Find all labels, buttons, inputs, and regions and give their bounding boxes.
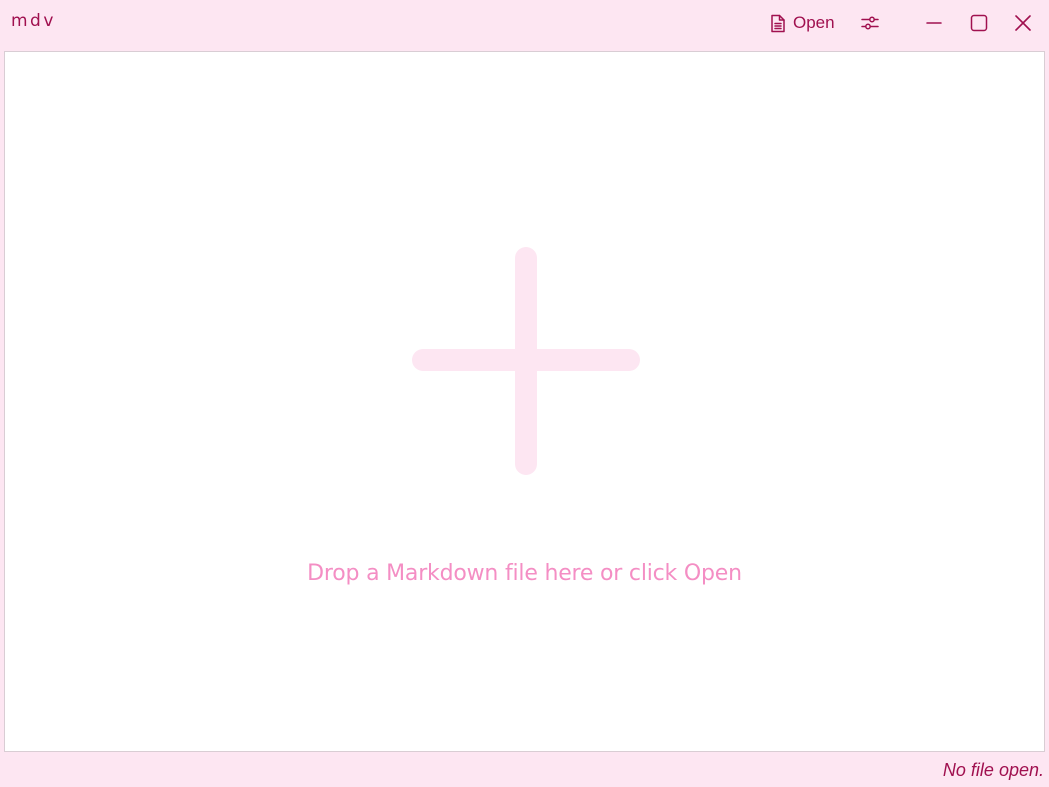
app-title: mdv xyxy=(11,11,56,31)
title-bar[interactable]: mdv Open xyxy=(0,0,1049,47)
plus-icon xyxy=(412,247,640,479)
document-icon xyxy=(770,14,786,33)
drop-hint-text: Drop a Markdown file here or click Open xyxy=(307,561,742,586)
close-icon xyxy=(1015,15,1031,31)
status-bar: No file open. xyxy=(0,756,1049,787)
open-button-label: Open xyxy=(793,13,835,32)
app-window: mdv Open Drop a Markdown file here or cl… xyxy=(0,0,1049,787)
settings-button[interactable] xyxy=(855,9,885,37)
minimize-icon xyxy=(926,15,942,31)
maximize-button[interactable] xyxy=(964,9,994,37)
open-button[interactable]: Open xyxy=(766,9,839,37)
maximize-icon xyxy=(970,14,988,32)
minimize-button[interactable] xyxy=(919,9,949,37)
close-button[interactable] xyxy=(1008,9,1038,37)
sliders-icon xyxy=(861,15,879,31)
drop-zone[interactable]: Drop a Markdown file here or click Open xyxy=(4,51,1045,752)
status-text: No file open. xyxy=(942,760,1044,780)
